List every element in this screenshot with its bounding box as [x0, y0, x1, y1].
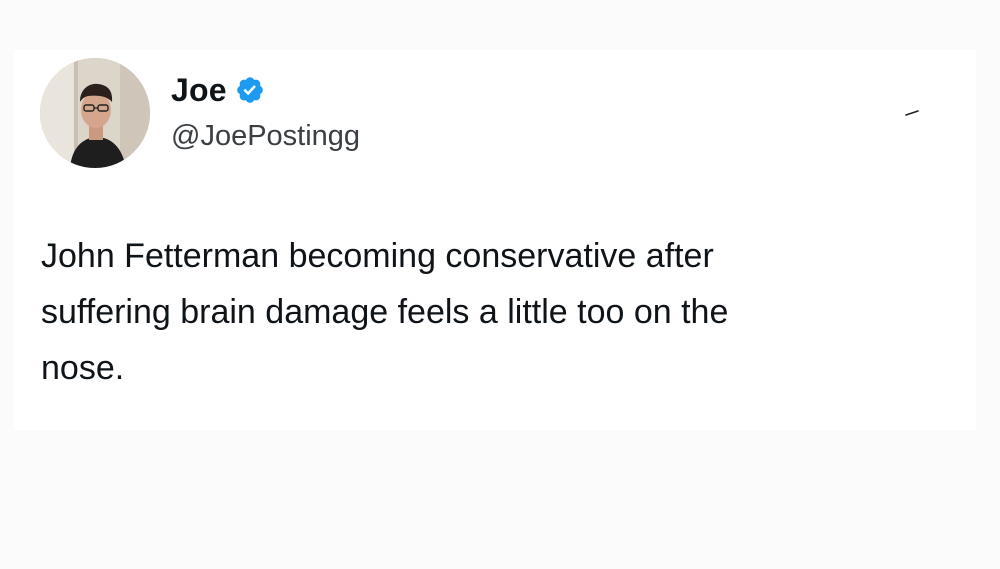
screenshot-page: Joe @JoePostingg John Fetterman becoming…: [0, 0, 1000, 569]
verified-badge-icon: [235, 75, 265, 105]
tweet-text: John Fetterman becoming conservative aft…: [41, 237, 729, 387]
author-display-name[interactable]: Joe: [171, 72, 227, 109]
avatar[interactable]: [40, 58, 150, 168]
author-handle[interactable]: @JoePostingg: [171, 120, 360, 153]
author-name-row: Joe: [171, 68, 265, 112]
caret-mark-icon: [905, 110, 919, 116]
profile-photo-icon: [40, 58, 150, 168]
